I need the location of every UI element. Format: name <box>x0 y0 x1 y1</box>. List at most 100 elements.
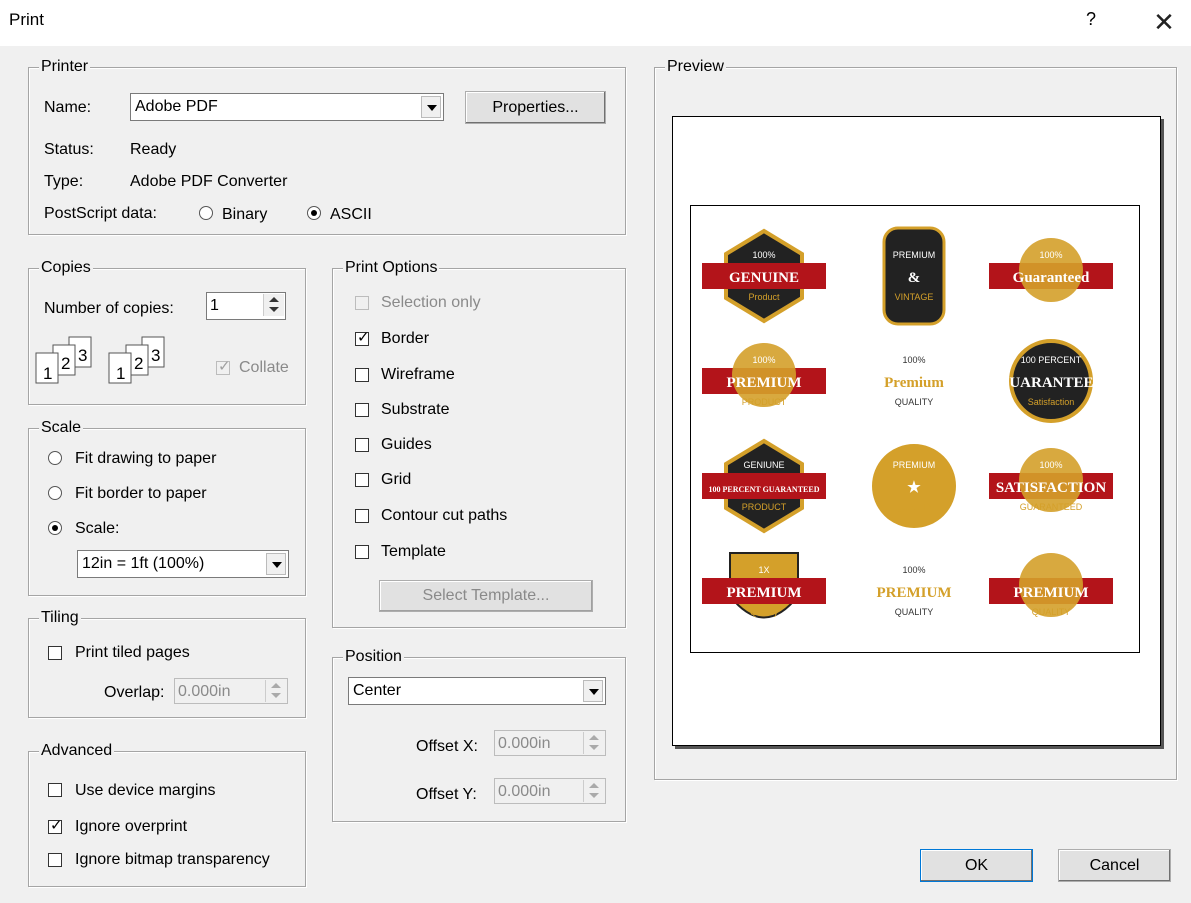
scale-value: 12in = 1ft (100%) <box>82 555 205 572</box>
substrate-checkbox[interactable] <box>355 403 369 417</box>
ignore-bitmap-transparency-checkbox[interactable] <box>48 853 62 867</box>
star-round-badge: PREMIUM ★ QUALITY <box>872 444 956 528</box>
badge-line1: 100 PERCENT <box>1021 355 1082 365</box>
postscript-ascii-radio[interactable] <box>307 206 321 220</box>
fit-drawing-label: Fit drawing to paper <box>75 450 217 467</box>
ignore-overprint-label: Ignore overprint <box>75 818 188 835</box>
use-device-margins-checkbox[interactable] <box>48 783 62 797</box>
copies-icon-digit: 3 <box>151 346 160 365</box>
substrate-label: Substrate <box>381 401 450 418</box>
select-template-button[interactable]: Select Template... <box>379 580 593 612</box>
offset-y-value: 0.000in <box>498 783 551 800</box>
collated-copies-icon: 3 2 1 <box>108 336 165 384</box>
fit-drawing-radio[interactable] <box>48 451 62 465</box>
ok-button[interactable]: OK <box>920 849 1033 882</box>
badge-line3: PRODUCT <box>742 502 787 512</box>
overlap-input[interactable]: 0.000in <box>174 678 288 704</box>
selection-only-checkbox[interactable] <box>355 296 369 310</box>
position-select[interactable]: Center <box>348 677 606 705</box>
postscript-binary-radio[interactable] <box>199 206 213 220</box>
postscript-binary-label: Binary <box>222 206 268 223</box>
offset-x-input[interactable]: 0.000in <box>494 730 606 756</box>
collate-label: Collate <box>239 359 289 376</box>
wireframe-checkbox[interactable] <box>355 368 369 382</box>
template-label: Template <box>381 543 446 560</box>
badge-line2: Premium <box>884 375 944 391</box>
printer-legend: Printer <box>39 57 91 77</box>
collated-copies-icon: 3 2 1 <box>35 336 92 384</box>
postscript-label: PostScript data: <box>44 205 157 222</box>
guaranteed-satisfaction-badge: 100 PERCENT GUARANTEED Satisfaction <box>998 339 1105 423</box>
printer-name-value: Adobe PDF <box>135 98 218 115</box>
properties-button[interactable]: Properties... <box>465 91 606 124</box>
cancel-button[interactable]: Cancel <box>1058 849 1171 882</box>
grid-checkbox[interactable] <box>355 473 369 487</box>
satisfaction-guaranteed-badge: 100% SATISFACTION GUARANTEED <box>989 448 1113 512</box>
contour-cut-paths-checkbox[interactable] <box>355 509 369 523</box>
badge-line2: SATISFACTION <box>996 480 1106 496</box>
badge-line1: 100% <box>752 355 775 365</box>
badge-line3: GUARANTEED <box>1020 502 1083 512</box>
title-bar <box>0 0 1191 46</box>
offset-x-value: 0.000in <box>498 735 551 752</box>
offset-y-input[interactable]: 0.000in <box>494 778 606 804</box>
copies-icon-digit: 2 <box>61 354 70 373</box>
badge-line2: PREMIUM <box>727 375 802 391</box>
badge-artwork: 100% GENUINE Product PREMIUM & VINTAGE 100% Gua… <box>702 226 1113 619</box>
border-checkbox[interactable]: ✓ <box>355 329 370 346</box>
wireframe-label: Wireframe <box>381 366 455 383</box>
badge-line2: PREMIUM <box>877 585 952 601</box>
template-checkbox[interactable] <box>355 545 369 559</box>
print-options-group: Print Options <box>332 258 626 628</box>
position-value: Center <box>353 682 402 699</box>
badge-line2: GENUINE <box>729 270 799 286</box>
guides-checkbox[interactable] <box>355 438 369 452</box>
scale-legend: Scale <box>39 418 84 438</box>
chevron-down-icon <box>583 680 603 702</box>
scale-select[interactable]: 12in = 1ft (100%) <box>77 550 289 578</box>
overlap-value: 0.000in <box>178 683 231 700</box>
copies-spinner[interactable] <box>263 294 284 316</box>
use-device-margins-label: Use device margins <box>75 782 216 799</box>
chevron-down-icon <box>266 553 286 575</box>
preview-artwork: 100% GENUINE Product PREMIUM & VINTAGE 100% Gua… <box>690 205 1140 653</box>
badge-line2: PREMIUM <box>727 585 802 601</box>
badge-line1: 100% <box>1039 460 1062 470</box>
badge-line1: 100% <box>902 355 925 365</box>
print-tiled-checkbox[interactable] <box>48 646 62 660</box>
offset-y-spinner[interactable] <box>583 780 604 802</box>
badge-line3: QUALITY <box>895 502 934 512</box>
type-value: Adobe PDF Converter <box>130 173 288 190</box>
status-label: Status: <box>44 141 94 158</box>
badge-line1: 100% <box>752 250 775 260</box>
badge-line2: & <box>908 270 921 286</box>
type-label: Type: <box>44 173 84 190</box>
number-of-copies-value: 1 <box>210 297 219 314</box>
badge-line3: QUALITY <box>895 397 934 407</box>
offset-y-label: Offset Y: <box>416 786 477 803</box>
fit-border-radio[interactable] <box>48 486 62 500</box>
badge-line3: PRODUCT <box>742 397 787 407</box>
tiling-legend: Tiling <box>39 608 81 628</box>
scale-radio[interactable] <box>48 521 62 535</box>
offset-x-spinner[interactable] <box>583 732 604 754</box>
border-label: Border <box>381 330 430 347</box>
advanced-legend: Advanced <box>39 741 115 761</box>
collate-checkbox[interactable]: ✓ <box>216 358 231 375</box>
number-of-copies-input[interactable]: 1 <box>206 292 286 320</box>
printer-name-select[interactable]: Adobe PDF <box>130 93 444 121</box>
close-button[interactable]: ✕ <box>1146 2 1182 42</box>
help-button[interactable]: ? <box>1086 9 1096 30</box>
preview-legend: Preview <box>665 57 726 77</box>
premium-ribbon-badge: 100% PREMIUM PRODUCT <box>702 343 826 407</box>
copies-icon-digit: 3 <box>78 346 87 365</box>
copies-icon-digit: 1 <box>43 364 52 383</box>
fit-border-label: Fit border to paper <box>75 485 207 502</box>
overlap-label: Overlap: <box>104 684 165 701</box>
copies-icon-digit: 2 <box>134 354 143 373</box>
ignore-overprint-checkbox[interactable]: ✓ <box>48 817 63 834</box>
position-legend: Position <box>343 647 404 667</box>
overlap-spinner[interactable] <box>265 680 286 702</box>
premium-dark-ribbon-badge: PREMIUM QUALITY <box>989 553 1113 617</box>
badge-line3: Satisfaction <box>1028 397 1075 407</box>
